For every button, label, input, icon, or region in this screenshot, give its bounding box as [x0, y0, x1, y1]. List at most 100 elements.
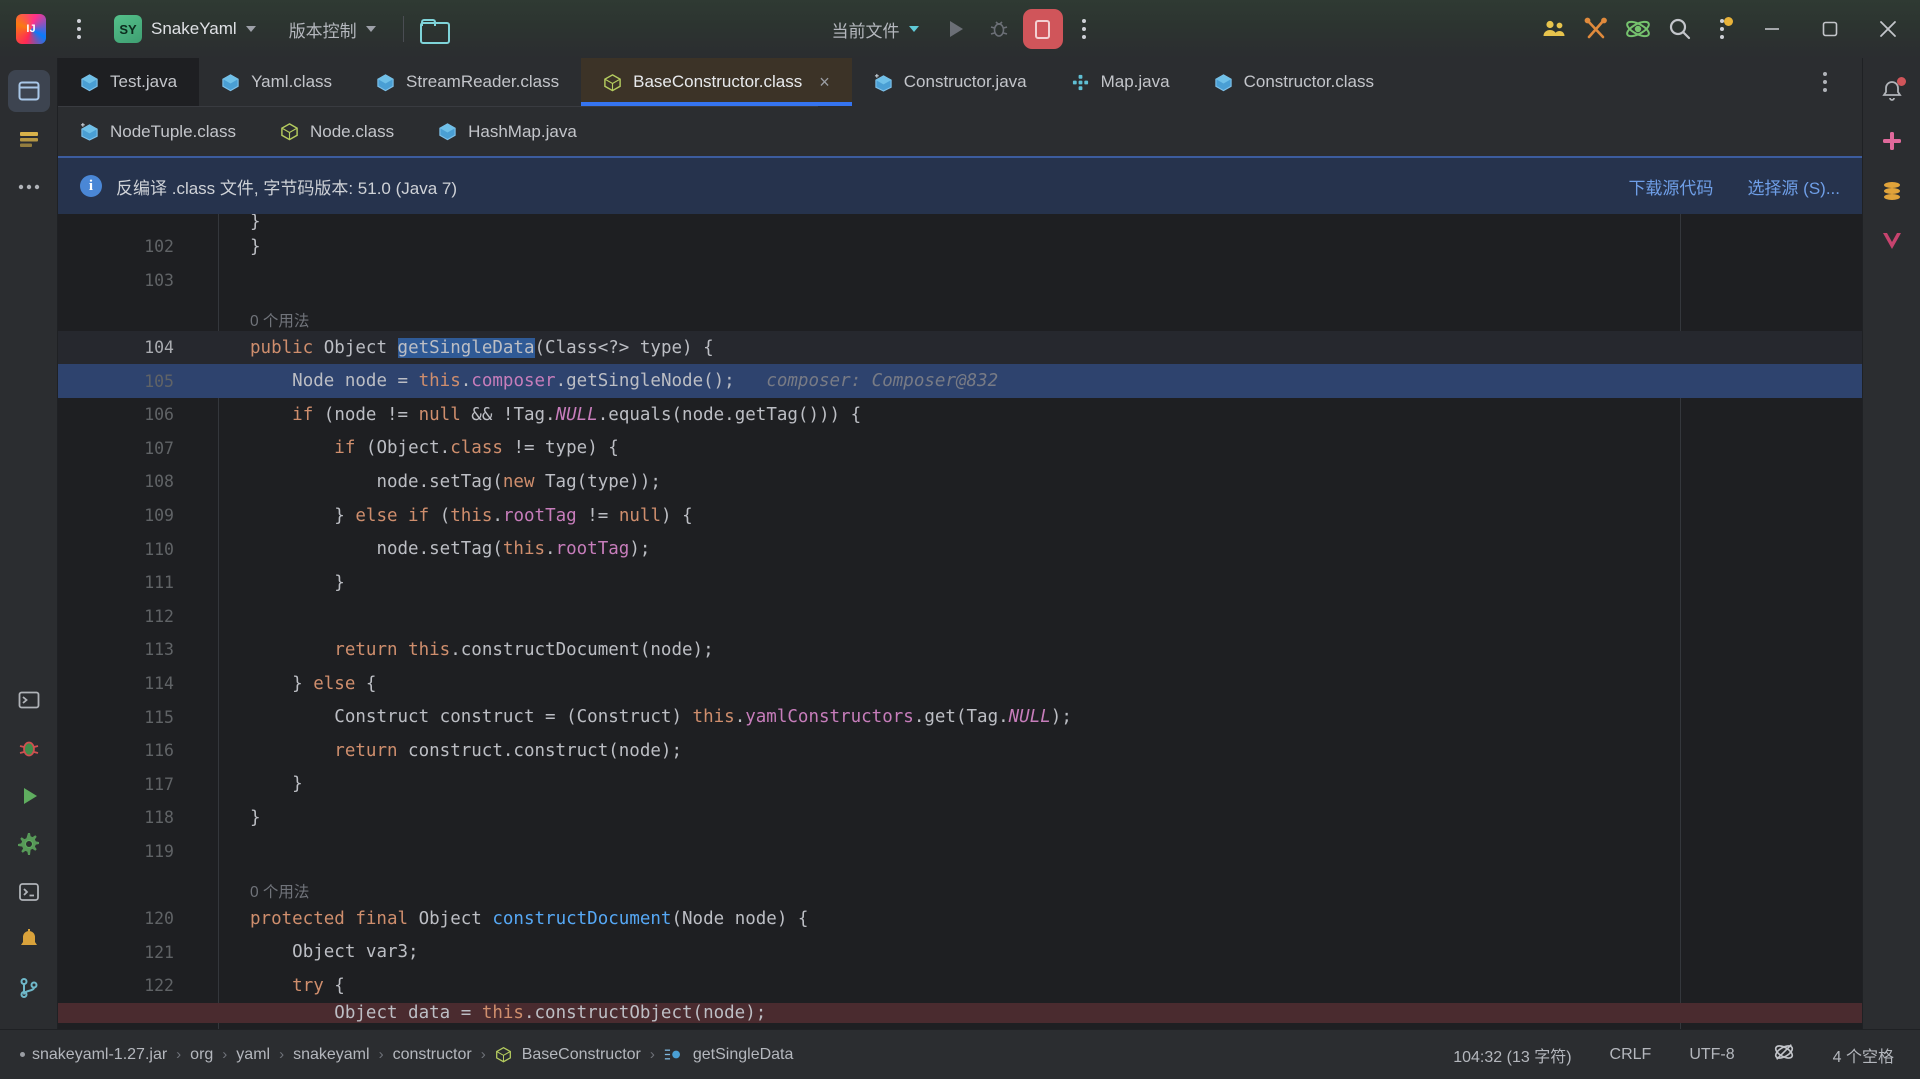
- open-folder-icon[interactable]: [419, 18, 450, 44]
- tabs-overflow-menu[interactable]: [1788, 58, 1862, 106]
- updates-icon[interactable]: [1702, 9, 1742, 49]
- services-tool-window-icon[interactable]: [8, 871, 50, 913]
- terminal-tool-window-icon[interactable]: [8, 679, 50, 721]
- git-branch-icon[interactable]: [8, 967, 50, 1009]
- commit-tool-window-icon[interactable]: [8, 118, 50, 160]
- line-number: 122: [144, 976, 174, 996]
- maximize-icon[interactable]: [1802, 0, 1858, 58]
- run-icon[interactable]: [935, 9, 975, 49]
- line-number: 107: [144, 438, 174, 458]
- code-line-122: 122 try {: [58, 969, 1862, 1003]
- java-class-icon: [439, 123, 456, 141]
- settings-icon[interactable]: [8, 823, 50, 865]
- line-number: 117: [144, 774, 174, 794]
- stop-icon[interactable]: [1022, 9, 1063, 49]
- project-selector[interactable]: SY SnakeYaml: [108, 10, 266, 48]
- database-icon[interactable]: [1871, 170, 1913, 212]
- search-everywhere-icon[interactable]: [1660, 9, 1700, 49]
- line-number: 108: [144, 472, 174, 492]
- code-line-121: 121 Object var3;: [58, 935, 1862, 969]
- tab-hashmap-java[interactable]: HashMap.java: [416, 107, 599, 156]
- breadcrumb-label: snakeyaml: [293, 1045, 370, 1063]
- tab-nodetuple-class[interactable]: NodeTuple.class: [58, 107, 258, 156]
- download-sources-link[interactable]: 下载源代码: [1628, 174, 1713, 199]
- file-encoding[interactable]: UTF-8: [1683, 1042, 1740, 1068]
- breadcrumb-yaml[interactable]: yaml: [229, 1042, 277, 1068]
- breadcrumb-constructor[interactable]: constructor: [386, 1042, 479, 1068]
- ai-assistant-icon[interactable]: [1618, 9, 1658, 49]
- breadcrumb-label: org: [190, 1045, 214, 1063]
- code-text: } else {: [292, 673, 377, 694]
- close-tab-icon[interactable]: ×: [819, 73, 830, 91]
- debug-icon[interactable]: [979, 9, 1019, 49]
- code-with-me-icon[interactable]: [1534, 9, 1574, 49]
- code-text: }: [250, 236, 261, 257]
- tab-map-java[interactable]: Map.java: [1048, 58, 1192, 106]
- tab-label: Map.java: [1100, 72, 1170, 91]
- usages-inlay[interactable]: 0 个用法: [58, 868, 1862, 902]
- code-line-117: 117 }: [58, 768, 1862, 802]
- title-bar: SY SnakeYaml 版本控制 当前文件: [0, 0, 1920, 58]
- project-tool-window-icon[interactable]: [7, 70, 50, 112]
- breadcrumb-jar[interactable]: snakeyaml-1.27.jar: [25, 1042, 174, 1068]
- debug-tool-window-icon[interactable]: [8, 727, 50, 769]
- notifications-icon[interactable]: [1871, 70, 1913, 112]
- code-line-120: 120 protected final Object constructDocu…: [58, 902, 1862, 936]
- tools-icon[interactable]: [1576, 9, 1616, 49]
- code-line-116: 116 return construct.construct(node);: [58, 734, 1862, 768]
- tab-constructor-java[interactable]: Constructor.java: [851, 58, 1049, 106]
- breadcrumb-label: getSingleData: [692, 1045, 794, 1063]
- tab-baseconstructor-class[interactable]: BaseConstructor.class ×: [581, 58, 852, 106]
- code-text: public Object getSingleData(Class<?> typ…: [250, 337, 714, 358]
- indent-setting[interactable]: 4 个空格: [1827, 1039, 1900, 1071]
- minimize-icon[interactable]: [1744, 0, 1800, 58]
- chevron-down-icon: [365, 26, 376, 32]
- tab-yaml-class[interactable]: Yaml.class: [199, 58, 355, 106]
- more-actions-icon[interactable]: [1067, 9, 1101, 49]
- usages-inlay[interactable]: 0 个用法: [58, 297, 1862, 331]
- line-number: 116: [144, 741, 174, 761]
- main-menu-icon[interactable]: [62, 9, 96, 49]
- tab-label: Test.java: [110, 72, 178, 91]
- run-configuration-selector[interactable]: 当前文件: [820, 11, 931, 48]
- breadcrumb-baseconstructor[interactable]: BaseConstructor: [488, 1042, 648, 1068]
- abstract-class-icon: [495, 1046, 511, 1063]
- line-number: 103: [144, 270, 174, 290]
- code-text: Construct construct = (Construct) this.y…: [334, 707, 1072, 728]
- tab-label: Node.class: [310, 121, 395, 141]
- breadcrumb-label: BaseConstructor: [521, 1045, 641, 1063]
- line-separator[interactable]: CRLF: [1604, 1042, 1658, 1068]
- code-editor[interactable]: } 102 } 103 0 个用法 104 public Object getS…: [58, 214, 1862, 1029]
- code-line-119: 119: [58, 835, 1862, 869]
- breadcrumb-snakeyaml[interactable]: snakeyaml: [286, 1042, 376, 1068]
- tab-streamreader-class[interactable]: StreamReader.class: [354, 58, 582, 106]
- close-icon[interactable]: [1860, 0, 1916, 58]
- code-line-111: 111 }: [58, 566, 1862, 600]
- code-text: }: [250, 807, 261, 828]
- breadcrumb-separator: ›: [480, 1046, 486, 1063]
- code-text: node.setTag(new Tag(type));: [376, 471, 661, 492]
- code-line-108: 108 node.setTag(new Tag(type));: [58, 465, 1862, 499]
- version-control-widget[interactable]: 版本控制: [278, 11, 387, 48]
- tab-row-2: NodeTuple.class Node.class HashMap.java: [58, 106, 818, 156]
- run-configuration-label: 当前文件: [831, 21, 900, 41]
- problems-tool-window-icon[interactable]: [8, 919, 50, 961]
- status-bar-right: 104:32 (13 字符) CRLF UTF-8 4 个空格: [1447, 1037, 1900, 1072]
- tab-constructor-class[interactable]: Constructor.class: [1191, 58, 1396, 106]
- caret-position[interactable]: 104:32 (13 字符): [1447, 1039, 1577, 1071]
- more-tool-windows-icon[interactable]: [8, 166, 50, 208]
- ai-chat-icon[interactable]: [1871, 120, 1913, 162]
- tab-test-java[interactable]: Test.java: [58, 58, 200, 106]
- choose-sources-link[interactable]: 选择源 (S)...: [1747, 174, 1840, 199]
- maven-icon[interactable]: [1871, 220, 1913, 262]
- editor-area: Test.java Yaml.class StreamReader.class …: [58, 58, 1862, 1029]
- run-tool-window-icon[interactable]: [8, 775, 50, 817]
- code-lines[interactable]: } 102 } 103 0 个用法 104 public Object getS…: [58, 214, 1862, 1029]
- tab-node-class[interactable]: Node.class: [258, 107, 417, 156]
- java-class-icon: [222, 73, 239, 91]
- breadcrumb-separator: ›: [222, 1046, 228, 1063]
- code-text: if (node != null && !Tag.NULL.equals(nod…: [292, 404, 862, 425]
- inspections-off-icon[interactable]: [1767, 1037, 1801, 1072]
- breadcrumb-method[interactable]: getSingleData: [657, 1042, 801, 1068]
- breadcrumb-org[interactable]: org: [183, 1042, 220, 1068]
